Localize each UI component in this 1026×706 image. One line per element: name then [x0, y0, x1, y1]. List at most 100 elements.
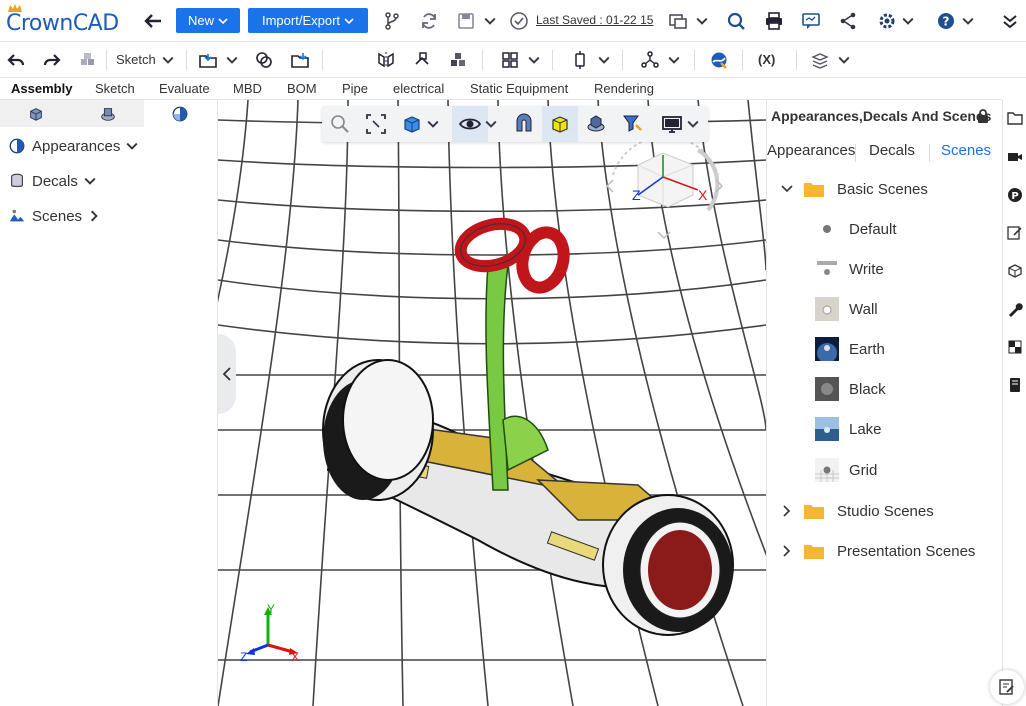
standard-view-chevron-icon[interactable] [426, 112, 440, 136]
configuration-tab[interactable] [72, 100, 144, 127]
folder-outline-icon[interactable] [1007, 110, 1023, 126]
saved-check-icon [507, 9, 531, 33]
window-layout-icon[interactable] [666, 9, 690, 33]
tab-static-equipment[interactable]: Static Equipment [470, 81, 568, 96]
folder-presentation-scenes[interactable]: Presentation Scenes [781, 540, 975, 562]
parameters-p-icon[interactable]: P [1007, 187, 1023, 203]
zoom-fit-icon[interactable] [328, 112, 352, 136]
scene-lake[interactable]: Lake [815, 417, 882, 441]
tab-scenes[interactable]: Scenes [941, 142, 991, 159]
reference-chevron-icon[interactable] [596, 48, 612, 72]
scene-grid[interactable]: Grid [815, 458, 877, 482]
layers-icon[interactable] [808, 48, 832, 72]
scene-black[interactable]: Black [815, 377, 886, 401]
scene-wall[interactable]: Wall [815, 297, 878, 321]
lock-icon[interactable] [975, 108, 991, 124]
appearance-globe-icon[interactable] [707, 48, 731, 72]
move-component-icon[interactable] [410, 48, 434, 72]
tab-rendering[interactable]: Rendering [594, 81, 654, 96]
undo-icon[interactable] [4, 48, 28, 72]
zoom-area-icon[interactable] [364, 112, 388, 136]
mirror-icon[interactable] [374, 48, 398, 72]
tab-pipe[interactable]: Pipe [342, 81, 368, 96]
monitor-chevron-icon[interactable] [686, 112, 700, 136]
layout-chevron-icon[interactable] [694, 9, 710, 33]
import-export-button[interactable]: Import/Export [248, 8, 368, 33]
redo-icon[interactable] [40, 48, 64, 72]
left-item-decals[interactable]: Decals [8, 170, 96, 192]
refresh-icon[interactable] [417, 9, 441, 33]
share-icon[interactable] [836, 9, 860, 33]
variables-button[interactable]: (X) [758, 52, 775, 67]
scene-write[interactable]: Write [815, 257, 884, 281]
comment-icon[interactable] [799, 9, 823, 33]
back-arrow-icon[interactable] [141, 9, 165, 33]
default-scene-thumbnail [815, 217, 839, 241]
insert-folder-icon[interactable] [196, 48, 220, 72]
sketch-chevron-icon[interactable] [160, 48, 176, 72]
video-camera-icon[interactable] [1007, 149, 1023, 165]
chevron-down-icon [84, 177, 96, 185]
tab-bom[interactable]: BOM [287, 81, 317, 96]
appearance-scene-icon[interactable] [584, 112, 608, 136]
display-eye-icon[interactable] [458, 112, 482, 136]
tab-electrical[interactable]: electrical [393, 81, 444, 96]
assembly-part-icon[interactable] [76, 48, 100, 72]
left-item-scenes[interactable]: Scenes [8, 205, 100, 227]
network-nodes-icon[interactable] [638, 48, 662, 72]
print-icon[interactable] [762, 9, 786, 33]
tab-assembly[interactable]: Assembly [11, 81, 72, 96]
help-chevron-icon[interactable] [960, 9, 976, 33]
settings-gear-icon[interactable] [875, 9, 899, 33]
settings-chevron-icon[interactable] [900, 9, 916, 33]
notes-floating-button[interactable] [990, 670, 1024, 704]
standard-view-cube-icon[interactable] [400, 112, 424, 136]
last-saved-text[interactable]: Last Saved : 01-22 15 [536, 13, 653, 27]
sketch-dropdown-label[interactable]: Sketch [116, 52, 156, 67]
left-item-appearances[interactable]: Appearances [8, 135, 138, 157]
branch-icon[interactable] [380, 9, 404, 33]
replace-folder-icon[interactable] [288, 48, 312, 72]
pattern-icon[interactable] [498, 48, 522, 72]
layers-chevron-icon[interactable] [836, 48, 852, 72]
folder-basic-scenes[interactable]: Basic Scenes [781, 178, 928, 200]
tab-appearances[interactable]: Appearances [767, 142, 855, 159]
3d-viewport[interactable]: Z X Y X Z [218, 100, 766, 706]
pattern-chevron-icon[interactable] [526, 48, 542, 72]
checker-appearance-icon[interactable] [1007, 339, 1023, 355]
collapse-toolbar-icon[interactable] [998, 9, 1022, 33]
save-icon[interactable] [454, 9, 478, 33]
view-cube-x-label: X [698, 187, 708, 203]
explode-icon[interactable] [446, 48, 470, 72]
tab-decals[interactable]: Decals [869, 142, 915, 159]
cube-outline-icon[interactable] [1007, 263, 1023, 279]
mate-icon[interactable] [252, 48, 276, 72]
tab-sketch[interactable]: Sketch [95, 81, 135, 96]
insert-chevron-icon[interactable] [224, 48, 240, 72]
feature-tree-tab[interactable] [0, 100, 72, 127]
search-icon[interactable] [724, 9, 748, 33]
appearance-tab[interactable] [144, 100, 216, 127]
nodes-chevron-icon[interactable] [666, 48, 682, 72]
tab-mbd[interactable]: MBD [233, 81, 262, 96]
triad-x-label: X [291, 650, 300, 664]
folder-studio-scenes[interactable]: Studio Scenes [781, 500, 934, 522]
scene-default[interactable]: Default [815, 217, 897, 241]
monitor-icon[interactable] [660, 112, 684, 136]
edit-note-icon[interactable] [1007, 225, 1023, 241]
hoverboard-model [322, 217, 734, 636]
wrench-icon[interactable] [1007, 301, 1023, 317]
book-icon[interactable] [1007, 377, 1023, 393]
save-options-chevron-icon[interactable] [482, 9, 498, 33]
section-view-icon[interactable] [512, 112, 536, 136]
scene-earth[interactable]: Earth [815, 337, 885, 361]
reference-geometry-icon[interactable] [568, 48, 592, 72]
collapse-left-panel-handle[interactable] [218, 334, 236, 414]
help-icon[interactable]: ? [934, 9, 958, 33]
new-button[interactable]: New [176, 8, 240, 33]
filter-paint-icon[interactable] [620, 112, 644, 136]
tab-evaluate[interactable]: Evaluate [159, 81, 210, 96]
shaded-cube-icon[interactable] [548, 112, 572, 136]
display-chevron-icon[interactable] [484, 112, 498, 136]
left-panel-tabs [0, 100, 218, 127]
